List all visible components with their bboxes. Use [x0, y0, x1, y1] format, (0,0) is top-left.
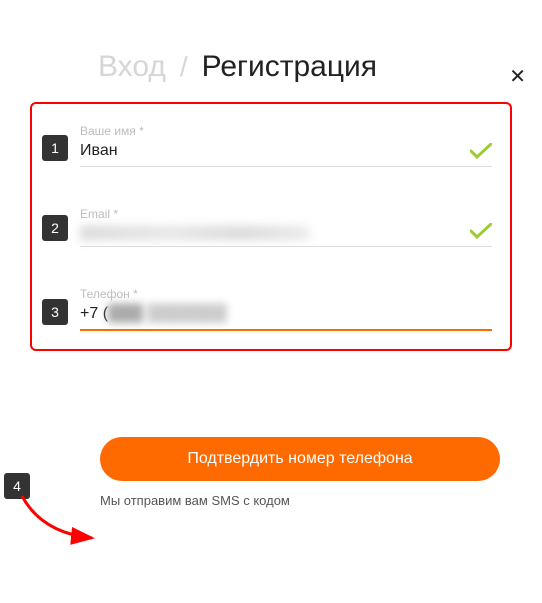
phone-prefix: +7 ( [80, 305, 108, 323]
auth-tabs: Вход / Регистрация [98, 50, 542, 84]
submit-area: Подтвердить номер телефона [100, 437, 500, 481]
phone-blurred-2: ███████ [147, 305, 226, 323]
tab-register[interactable]: Регистрация [202, 50, 377, 84]
phone-input[interactable]: +7 ( ███) ███████ [80, 301, 492, 331]
registration-form-outline: 1 Ваше имя * 2 Email * 3 Телефон * +7 ( [30, 102, 512, 351]
step-badge-1: 1 [42, 135, 68, 161]
phone-field-wrap: Телефон * +7 ( ███) ███████ [80, 287, 492, 331]
email-field-wrap: Email * [80, 207, 492, 247]
email-blurred-value [80, 226, 309, 240]
field-row-phone: 3 Телефон * +7 ( ███) ███████ [42, 287, 492, 331]
step-badge-2: 2 [42, 215, 68, 241]
step-badge-3: 3 [42, 299, 68, 325]
sms-note: Мы отправим вам SMS с кодом [100, 493, 542, 508]
field-row-email: 2 Email * [42, 207, 492, 247]
email-label: Email * [80, 207, 492, 221]
close-icon[interactable]: ✕ [509, 64, 526, 89]
confirm-phone-button[interactable]: Подтвердить номер телефона [100, 437, 500, 481]
check-icon [470, 143, 492, 159]
email-input[interactable] [80, 221, 492, 247]
name-input[interactable] [80, 138, 492, 167]
field-row-name: 1 Ваше имя * [42, 124, 492, 167]
phone-blurred-1: ███) [108, 305, 147, 323]
name-field-wrap: Ваше имя * [80, 124, 492, 167]
name-label: Ваше имя * [80, 124, 492, 138]
tab-login[interactable]: Вход [98, 50, 166, 84]
step-badge-4: 4 [4, 473, 30, 499]
phone-label: Телефон * [80, 287, 492, 301]
tab-separator: / [180, 51, 188, 83]
check-icon [470, 223, 492, 239]
